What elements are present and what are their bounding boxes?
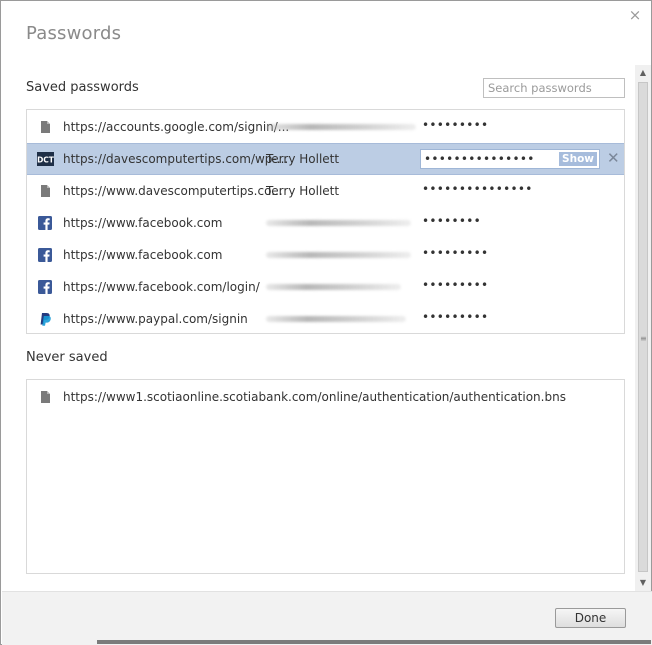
- saved-password-row-selected[interactable]: DCT https://davescomputertips.com/wp-...…: [27, 143, 624, 175]
- scroll-up-arrow-icon[interactable]: ▲: [635, 65, 651, 81]
- password-dots: •••••••••: [422, 246, 489, 260]
- redacted-username: [266, 316, 406, 322]
- grip-icon: ≡: [640, 334, 647, 343]
- dct-favicon-icon: DCT: [37, 152, 54, 166]
- site-url: https://davescomputertips.com/wp-...: [63, 152, 289, 166]
- page-icon: [41, 185, 50, 197]
- facebook-icon: [38, 216, 52, 230]
- dialog-scrollbar[interactable]: ▲ ≡ ▼: [635, 65, 651, 591]
- saved-password-row[interactable]: https://www.facebook.com/login/ ••••••••…: [27, 272, 624, 303]
- done-button[interactable]: Done: [555, 608, 626, 628]
- redacted-username: [266, 220, 411, 226]
- paypal-icon: [40, 313, 51, 326]
- username: Terry Hollett: [266, 152, 340, 166]
- dialog-footer: Done: [2, 591, 652, 645]
- window-bottom-edge: [97, 640, 651, 644]
- password-dots: ••••••••: [422, 214, 482, 228]
- saved-password-row[interactable]: https://www.facebook.com ••••••••: [27, 208, 624, 239]
- redacted-username: [266, 124, 416, 130]
- redacted-username: [266, 252, 411, 258]
- remove-icon[interactable]: ✕: [607, 150, 620, 166]
- redacted-username: [266, 284, 401, 290]
- site-url: https://www.davescomputertips.co...: [63, 184, 283, 198]
- never-saved-heading: Never saved: [26, 350, 108, 365]
- password-dots: •••••••••: [422, 118, 489, 132]
- facebook-icon: [38, 280, 52, 294]
- password-dots: •••••••••••••••: [422, 182, 533, 196]
- site-url: https://www.facebook.com: [63, 248, 223, 262]
- search-passwords-input[interactable]: [483, 78, 625, 98]
- saved-password-row[interactable]: https://accounts.google.com/signin/... •…: [27, 112, 624, 143]
- saved-password-row[interactable]: https://www.paypal.com/signin •••••••••: [27, 304, 624, 335]
- scrollbar-thumb[interactable]: ≡: [638, 82, 648, 572]
- dialog-title: Passwords: [26, 23, 122, 44]
- facebook-icon: [38, 248, 52, 262]
- close-icon[interactable]: ×: [627, 7, 643, 23]
- saved-password-row[interactable]: https://www.davescomputertips.co... Terr…: [27, 176, 624, 207]
- password-dots: •••••••••: [422, 310, 489, 324]
- site-url: https://www.facebook.com: [63, 216, 223, 230]
- saved-passwords-heading: Saved passwords: [26, 80, 139, 95]
- never-saved-row[interactable]: https://www1.scotiaonline.scotiabank.com…: [27, 382, 624, 413]
- passwords-dialog: Passwords × Saved passwords https://acco…: [0, 0, 652, 645]
- site-url: https://www.paypal.com/signin: [63, 312, 248, 326]
- password-dots: •••••••••: [422, 278, 489, 292]
- never-saved-list: https://www1.scotiaonline.scotiabank.com…: [26, 379, 625, 574]
- password-dots: •••••••••••••••: [424, 152, 535, 166]
- saved-passwords-list: https://accounts.google.com/signin/... •…: [26, 109, 625, 334]
- scroll-down-arrow-icon[interactable]: ▼: [635, 575, 651, 591]
- saved-password-row[interactable]: https://www.facebook.com •••••••••: [27, 240, 624, 271]
- page-icon: [41, 391, 50, 403]
- page-icon: [41, 121, 50, 133]
- password-field[interactable]: ••••••••••••••• Show: [420, 149, 600, 169]
- show-password-button[interactable]: Show: [559, 152, 597, 166]
- site-url: https://accounts.google.com/signin/...: [63, 120, 290, 134]
- username: Terry Hollett: [266, 184, 340, 198]
- site-url: https://www1.scotiaonline.scotiabank.com…: [63, 390, 566, 404]
- svg-text:DCT: DCT: [37, 156, 54, 165]
- site-url: https://www.facebook.com/login/: [63, 280, 260, 294]
